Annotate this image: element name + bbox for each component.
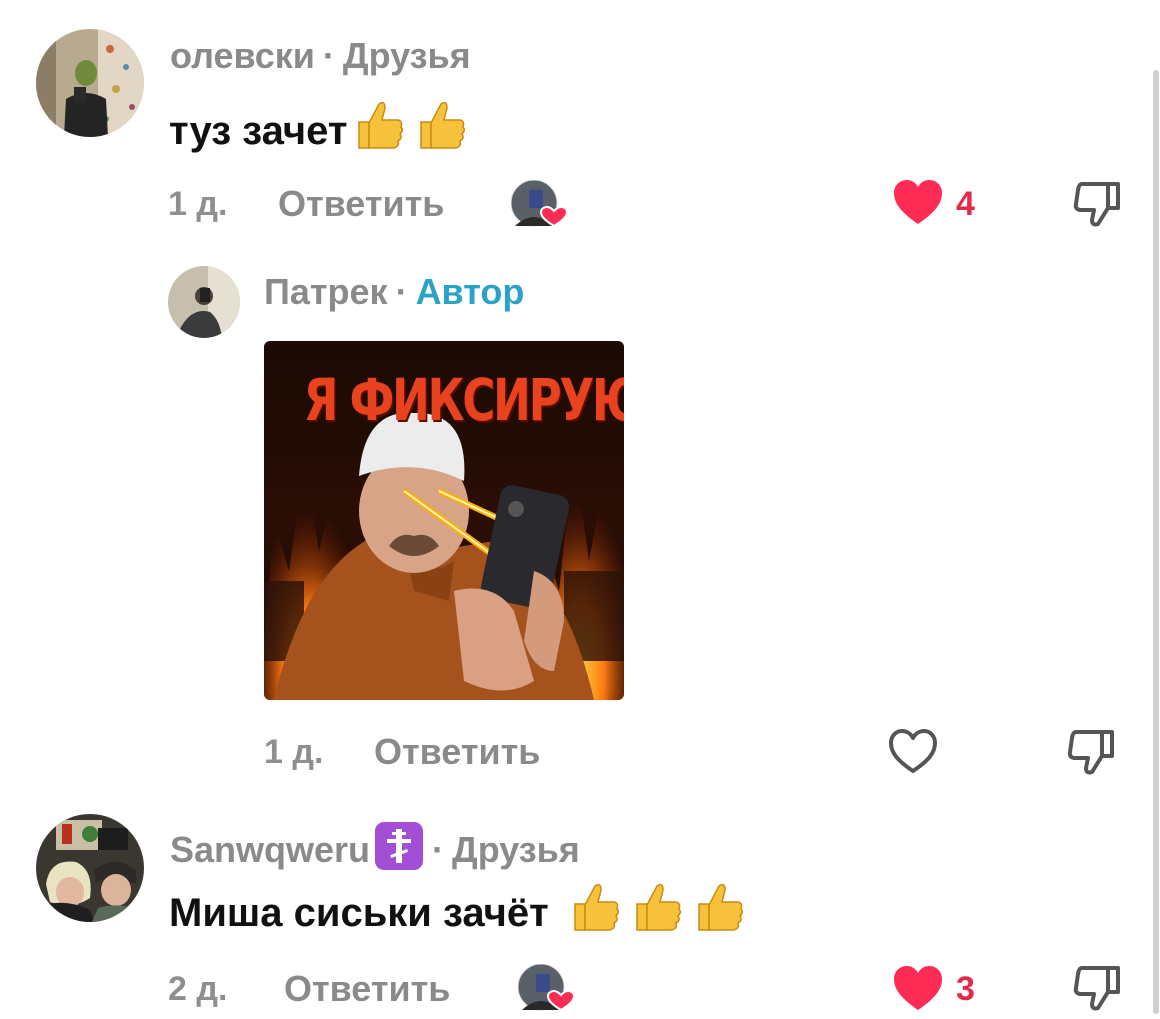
heart-filled-icon[interactable] [892,178,944,231]
comment-header: Патрек · Автор [264,272,524,312]
like-count: 4 [956,185,975,223]
image-title: Я ФИКСИРУЮ [303,366,624,434]
author-badge: Автор [415,271,525,312]
avatar[interactable] [168,266,240,338]
thumbs-up-emoji [411,96,469,165]
relation-badge: Друзья [342,35,471,76]
dislike-icon[interactable] [1066,728,1118,783]
heart-outline-icon[interactable] [887,727,939,780]
dislike-icon[interactable] [1072,180,1124,235]
reply-button[interactable]: Ответить [278,184,444,224]
separator: · [395,271,408,312]
comment-text: Миша сиськи зачёт [169,878,747,947]
scrollbar[interactable] [1153,70,1159,1014]
timestamp: 1 д. [168,185,228,223]
relation-badge: Друзья [452,829,580,870]
comment-header: Sanwqweru · Друзья [170,821,580,879]
avatar[interactable] [36,814,144,922]
thumbs-up-emoji [565,878,623,947]
comment-header: олевски · Друзья [170,36,471,76]
comment-text-content: туз зачет [169,108,348,153]
comment-text-content: Миша сиськи зачёт [169,890,549,935]
orthodox-cross-emoji [374,821,424,879]
avatar[interactable] [36,29,144,137]
thumbs-up-emoji [349,96,407,165]
heart-filled-icon[interactable] [892,964,944,1017]
creator-liked-avatar [510,179,569,228]
thumbs-up-emoji [689,878,747,947]
creator-liked-avatar [517,963,576,1012]
username[interactable]: Sanwqweru [170,830,370,870]
comment-text: туз зачет [169,96,469,165]
separator: · [322,35,335,76]
username[interactable]: Патрек [264,271,388,312]
reply-button[interactable]: Ответить [374,732,540,772]
username[interactable]: олевски [170,35,315,76]
thumbs-up-emoji [627,878,685,947]
comment-image[interactable]: Я ФИКСИРУЮ [264,341,624,700]
separator: · [432,829,445,870]
timestamp: 1 д. [264,733,324,771]
like-count: 3 [956,970,975,1008]
timestamp: 2 д. [168,970,228,1008]
dislike-icon[interactable] [1072,964,1124,1019]
reply-button[interactable]: Ответить [284,969,450,1009]
